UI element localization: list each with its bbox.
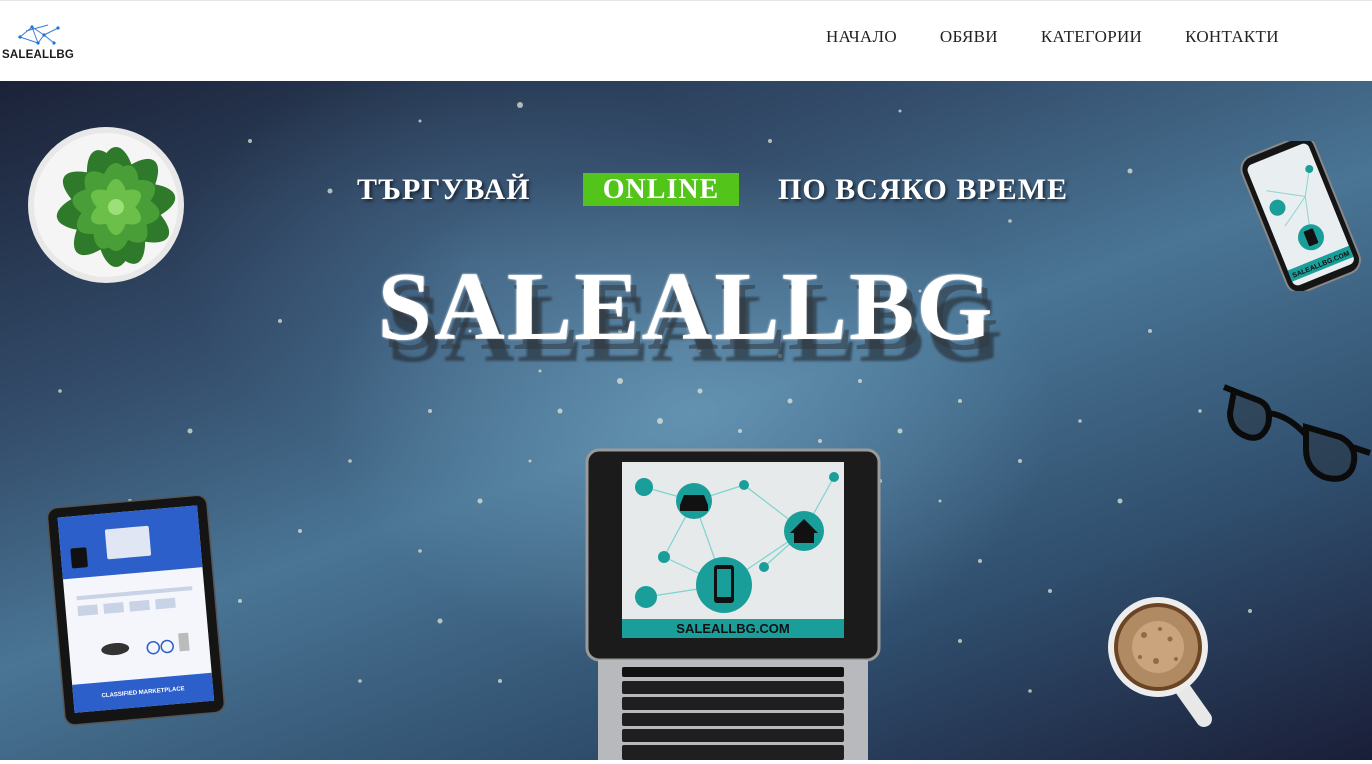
logo-text: SALEALLBG bbox=[2, 49, 75, 61]
tagline-trade: ТЪРГУВАЙ bbox=[357, 173, 531, 206]
nav-home[interactable]: НАЧАЛО bbox=[826, 27, 897, 47]
smartphone-image: SALEALLBG.COM bbox=[1240, 141, 1361, 291]
hero-brand-title: SALEALLBG bbox=[377, 253, 995, 361]
glasses-image bbox=[1222, 384, 1371, 482]
site-header: SALEALLBG НАЧАЛО ОБЯВИ КАТЕГОРИИ КОНТАКТ… bbox=[0, 0, 1372, 81]
nav-categories[interactable]: КАТЕГОРИИ bbox=[1041, 27, 1142, 47]
site-logo[interactable]: SALEALLBG bbox=[2, 23, 82, 67]
car-icon bbox=[680, 495, 708, 511]
nav-ads[interactable]: ОБЯВИ bbox=[940, 27, 998, 47]
logo-network-icon bbox=[18, 24, 60, 45]
laptop-image: SALEALLBG.COM bbox=[585, 448, 881, 760]
hero-tagline: ТЪРГУВАЙ ONLINE ПО ВСЯКО ВРЕМЕ bbox=[0, 173, 1372, 213]
tagline-online-badge: ONLINE bbox=[583, 173, 739, 206]
tagline-anytime: ПО ВСЯКО ВРЕМЕ bbox=[778, 173, 1069, 206]
laptop-screen-text: SALEALLBG.COM bbox=[676, 621, 789, 636]
tablet-image: CLASSIFIED MARKETPLACE bbox=[46, 495, 226, 726]
coffee-cup-image bbox=[1108, 597, 1212, 727]
nav-contacts[interactable]: КОНТАКТИ bbox=[1185, 27, 1279, 47]
hero-banner: ТЪРГУВАЙ ONLINE ПО ВСЯКО ВРЕМЕ SALEALLBG… bbox=[0, 81, 1372, 760]
main-nav: НАЧАЛО ОБЯВИ КАТЕГОРИИ КОНТАКТИ bbox=[826, 27, 1322, 47]
page-bottom-edge bbox=[0, 760, 1372, 764]
